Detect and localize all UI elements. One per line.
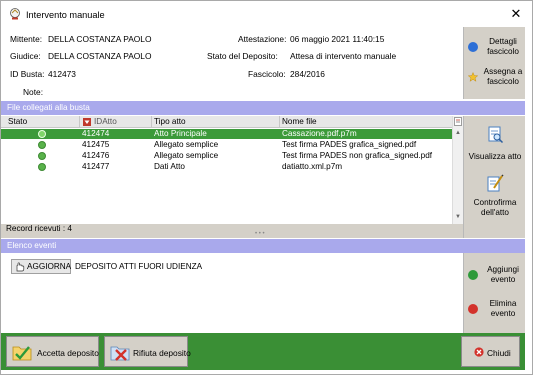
close-icon bbox=[474, 347, 484, 357]
note-label: Note: bbox=[23, 87, 44, 97]
chiudi-button[interactable]: Chiudi bbox=[461, 336, 520, 367]
column-divider bbox=[79, 116, 80, 128]
scroll-down-icon[interactable]: ▼ bbox=[453, 212, 463, 222]
cell-tipo-atto: Atto Principale bbox=[154, 129, 207, 138]
table-row[interactable]: 412476 Allegato semplice Test firma PADE… bbox=[1, 151, 452, 161]
table-row[interactable]: 412475 Allegato semplice Test firma PADE… bbox=[1, 140, 452, 150]
elimina-evento-label: Elimina evento bbox=[489, 299, 517, 318]
sign-document-icon bbox=[487, 174, 504, 192]
id-busta-label: ID Busta: bbox=[10, 69, 45, 79]
accetta-deposito-button[interactable]: Accetta deposito bbox=[6, 336, 99, 367]
column-divider bbox=[151, 116, 152, 128]
events-list: AGGIORNA DEPOSITO ATTI FUORI UDIENZA bbox=[1, 253, 463, 333]
cell-idatto: 412475 bbox=[82, 140, 110, 149]
list-item[interactable]: DEPOSITO ATTI FUORI UDIENZA bbox=[75, 262, 202, 271]
aggiorna-label: AGGIORNA bbox=[27, 262, 72, 271]
accetta-deposito-label: Accetta deposito bbox=[37, 348, 99, 358]
status-ok-icon bbox=[38, 152, 46, 160]
rifiuta-deposito-label: Rifiuta deposito bbox=[133, 348, 191, 358]
cell-nome-file: Test firma PADES grafica_signed.pdf bbox=[282, 140, 417, 149]
title-bar: Intervento manuale ✕ bbox=[1, 1, 532, 27]
key-icon bbox=[83, 118, 91, 126]
event-actions-panel: Aggiungi evento Elimina evento bbox=[463, 253, 525, 333]
grip-icon: • • • bbox=[255, 231, 265, 237]
fascicolo-label: Fascicolo: bbox=[248, 69, 286, 79]
scroll-up-icon[interactable]: ▲ bbox=[453, 128, 463, 138]
attestazione-label: Attestazione: bbox=[238, 34, 287, 44]
controfirma-atto-button[interactable]: Controfirma dell'atto bbox=[464, 174, 526, 226]
stato-deposito-value: Attesa di intervento manuale bbox=[290, 51, 397, 61]
assegna-fascicolo-button[interactable]: Assegna a fascicolo bbox=[464, 65, 526, 89]
aggiorna-button[interactable]: AGGIORNA bbox=[11, 259, 71, 274]
deposit-info-panel: Mittente: DELLA COSTANZA PAOLO Giudice: … bbox=[1, 27, 462, 99]
elimina-evento-button[interactable]: Elimina evento bbox=[464, 297, 526, 321]
window-title: Intervento manuale bbox=[26, 10, 105, 20]
cell-idatto: 412474 bbox=[82, 129, 110, 138]
files-section-header: File collegati alla busta bbox=[1, 101, 525, 115]
fascicolo-actions-panel: Dettagli fascicolo Assegna a fascicolo bbox=[463, 27, 525, 99]
events-section-header: Elenco eventi bbox=[1, 239, 525, 253]
records-count: Record ricevuti : 4 bbox=[1, 224, 463, 234]
cell-nome-file: Cassazione.pdf.p7m bbox=[282, 129, 357, 138]
cell-idatto: 412477 bbox=[82, 162, 110, 171]
chiudi-label: Chiudi bbox=[487, 348, 511, 358]
files-table-header: Stato IDAtto Tipo atto Nome file bbox=[1, 116, 452, 128]
column-chooser-icon[interactable] bbox=[454, 117, 462, 126]
files-table: Stato IDAtto Tipo atto Nome file 412474 … bbox=[1, 116, 463, 224]
visualizza-atto-button[interactable]: Visualizza atto bbox=[464, 126, 526, 172]
table-row[interactable]: 412474 Atto Principale Cassazione.pdf.p7… bbox=[1, 129, 452, 139]
star-icon bbox=[468, 72, 478, 82]
add-icon bbox=[468, 270, 478, 280]
remove-icon bbox=[468, 304, 478, 314]
assegna-fascicolo-label: Assegna a fascicolo bbox=[483, 67, 523, 86]
reject-folder-icon bbox=[110, 346, 130, 361]
column-divider bbox=[279, 116, 280, 128]
giudice-value: DELLA COSTANZA PAOLO bbox=[48, 51, 152, 61]
cell-idatto: 412476 bbox=[82, 151, 110, 160]
dettagli-fascicolo-button[interactable]: Dettagli fascicolo bbox=[464, 35, 526, 59]
refresh-hand-icon bbox=[16, 262, 25, 272]
cell-nome-file: datiatto.xml.p7m bbox=[282, 162, 343, 171]
info-icon bbox=[468, 42, 478, 52]
rifiuta-deposito-button[interactable]: Rifiuta deposito bbox=[104, 336, 191, 367]
attestazione-value: 06 maggio 2021 11:40:15 bbox=[290, 34, 385, 44]
dettagli-fascicolo-label: Dettagli fascicolo bbox=[487, 37, 519, 56]
giudice-label: Giudice: bbox=[10, 51, 41, 61]
status-ok-icon bbox=[38, 130, 46, 138]
aggiungi-evento-button[interactable]: Aggiungi evento bbox=[464, 263, 526, 287]
mittente-label: Mittente: bbox=[10, 34, 43, 44]
view-document-icon bbox=[488, 126, 504, 144]
status-ok-icon bbox=[38, 163, 46, 171]
mittente-value: DELLA COSTANZA PAOLO bbox=[48, 34, 152, 44]
table-row[interactable]: 412477 Dati Atto datiatto.xml.p7m bbox=[1, 162, 452, 172]
id-busta-value: 412473 bbox=[48, 69, 76, 79]
dialog-window: Intervento manuale ✕ Mittente: DELLA COS… bbox=[0, 0, 533, 375]
column-idatto[interactable]: IDAtto bbox=[94, 117, 117, 126]
column-nome-file[interactable]: Nome file bbox=[282, 117, 317, 126]
accept-folder-icon bbox=[12, 346, 32, 361]
cell-tipo-atto: Allegato semplice bbox=[154, 151, 219, 160]
files-table-scrollbar[interactable]: ▲ ▼ bbox=[452, 116, 463, 224]
cell-tipo-atto: Allegato semplice bbox=[154, 140, 219, 149]
status-ok-icon bbox=[38, 141, 46, 149]
atto-actions-panel: Visualizza atto Controfirma dell'atto bbox=[463, 116, 525, 238]
close-window-button[interactable]: ✕ bbox=[508, 6, 524, 22]
column-stato[interactable]: Stato bbox=[8, 117, 27, 126]
cell-nome-file: Test firma PADES non grafica_signed.pdf bbox=[282, 151, 433, 160]
app-logo-icon bbox=[10, 8, 20, 20]
panel-splitter[interactable]: • • • bbox=[1, 231, 463, 238]
column-tipo-atto[interactable]: Tipo atto bbox=[154, 117, 186, 126]
cell-tipo-atto: Dati Atto bbox=[154, 162, 185, 171]
aggiungi-evento-label: Aggiungi evento bbox=[487, 265, 519, 284]
visualizza-atto-label: Visualizza atto bbox=[468, 152, 522, 161]
fascicolo-value: 284/2016 bbox=[290, 69, 325, 79]
controfirma-atto-label: Controfirma dell'atto bbox=[473, 198, 517, 217]
stato-deposito-label: Stato del Deposito: bbox=[207, 51, 278, 61]
footer-bar: Accetta deposito Rifiuta deposito Chiudi bbox=[1, 333, 525, 370]
